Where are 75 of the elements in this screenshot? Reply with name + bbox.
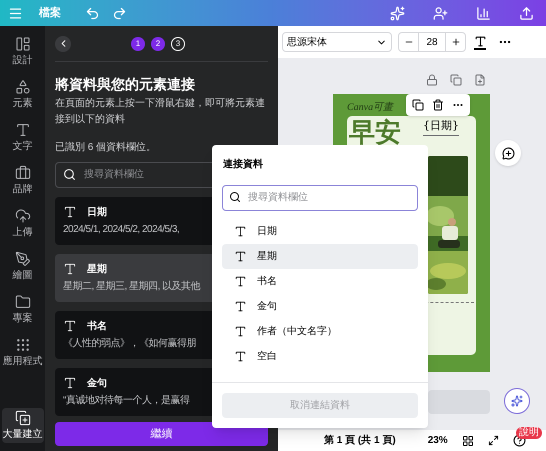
field-preview: “真诚地对待每一个人，是赢得 bbox=[63, 394, 190, 408]
share-icon[interactable] bbox=[519, 6, 534, 20]
text-icon bbox=[14, 122, 30, 138]
sparkle-icon bbox=[511, 395, 523, 407]
zoom-level[interactable]: 23% bbox=[428, 433, 448, 448]
text-icon bbox=[234, 224, 247, 238]
step-indicator: 1 bbox=[131, 36, 145, 50]
trash-icon[interactable] bbox=[432, 99, 444, 111]
text-icon bbox=[63, 262, 77, 276]
text-icon bbox=[63, 376, 77, 390]
undo-icon[interactable] bbox=[85, 6, 100, 20]
pen-icon bbox=[14, 251, 30, 267]
step-indicator: 3 bbox=[171, 36, 185, 50]
field-preview: 《人性的弱点》，《如何赢得朋 bbox=[63, 336, 196, 350]
briefcase-icon bbox=[14, 165, 30, 181]
copy-plus-icon bbox=[14, 410, 30, 426]
font-select[interactable]: 思源宋体 bbox=[282, 32, 392, 52]
redo-icon[interactable] bbox=[112, 6, 127, 20]
data-field-option[interactable]: 星期 bbox=[222, 244, 418, 268]
page-indicator[interactable]: 第 1 頁 (共 1 頁) bbox=[324, 433, 396, 448]
field-name: 金句 bbox=[87, 376, 107, 390]
field-preview: 2024/5/1, 2024/5/2, 2024/5/3, bbox=[63, 222, 180, 236]
rail-item[interactable]: 元素 bbox=[2, 77, 44, 112]
text-icon bbox=[234, 250, 247, 262]
field-name: 星期 bbox=[87, 262, 107, 276]
comment-plus-icon bbox=[502, 146, 514, 160]
layout-icon bbox=[14, 36, 30, 52]
rail-item[interactable]: 繪圖 bbox=[2, 249, 44, 284]
lock-icon[interactable] bbox=[426, 74, 438, 86]
cloud-upload-icon bbox=[14, 208, 30, 224]
text-icon bbox=[63, 205, 77, 219]
font-size-value[interactable]: 28 bbox=[419, 33, 445, 51]
panel-description: 在頁面的元素上按一下滑鼠右鍵，即可將元素連接到以下的資料 bbox=[55, 96, 266, 127]
help-badge: 說明 bbox=[516, 427, 542, 439]
design-logo: Canva可畫 bbox=[347, 102, 394, 114]
chart-icon[interactable] bbox=[476, 6, 491, 20]
text-icon bbox=[234, 300, 247, 312]
add-page-icon[interactable] bbox=[474, 74, 486, 86]
rail-item[interactable]: 文字 bbox=[2, 120, 44, 155]
field-name: 日期 bbox=[87, 206, 107, 220]
detected-count: 已識別 6 個資料欄位。 bbox=[55, 140, 158, 155]
greeting-text: 早安 bbox=[349, 118, 402, 148]
rail-item[interactable]: 應用程式 bbox=[2, 335, 44, 370]
text-icon bbox=[234, 324, 247, 338]
notes-bar bbox=[428, 390, 490, 414]
text-icon bbox=[63, 319, 77, 333]
back-button[interactable] bbox=[55, 36, 71, 52]
apps-grid-icon bbox=[14, 337, 30, 353]
magic-button[interactable] bbox=[504, 388, 530, 414]
popup-search-field[interactable]: 搜尋資料欄位 bbox=[222, 184, 418, 210]
text-color-button[interactable] bbox=[472, 34, 488, 50]
copy-icon[interactable] bbox=[412, 99, 424, 111]
sparkle-icon[interactable] bbox=[390, 6, 405, 20]
duplicate-icon[interactable] bbox=[450, 74, 462, 86]
search-icon bbox=[229, 191, 241, 203]
shapes-icon bbox=[14, 79, 30, 95]
panel-title: 將資料與您的元素連接 bbox=[55, 75, 196, 94]
comment-button[interactable] bbox=[495, 140, 521, 166]
rail-item[interactable]: 上傳 bbox=[2, 206, 44, 241]
rail-item[interactable]: 設計 bbox=[2, 34, 44, 69]
rail-item[interactable]: 大量建立 bbox=[2, 408, 44, 443]
fullscreen-icon[interactable] bbox=[488, 435, 499, 446]
rail-item[interactable]: 品牌 bbox=[2, 163, 44, 198]
field-preview: 星期二, 星期三, 星期四, 以及其他 bbox=[63, 280, 200, 294]
continue-button[interactable]: 繼續 bbox=[55, 422, 268, 446]
text-icon bbox=[234, 274, 247, 288]
grid-view-icon[interactable] bbox=[462, 434, 474, 446]
rail-item[interactable]: 專案 bbox=[2, 292, 44, 327]
add-user-icon[interactable] bbox=[433, 6, 448, 20]
text-icon bbox=[234, 350, 247, 362]
folder-icon bbox=[14, 294, 30, 310]
field-name: 书名 bbox=[87, 320, 107, 334]
date-field-text: {日期} bbox=[423, 118, 459, 136]
search-icon bbox=[63, 168, 76, 181]
step-indicator: 2 bbox=[151, 36, 165, 50]
